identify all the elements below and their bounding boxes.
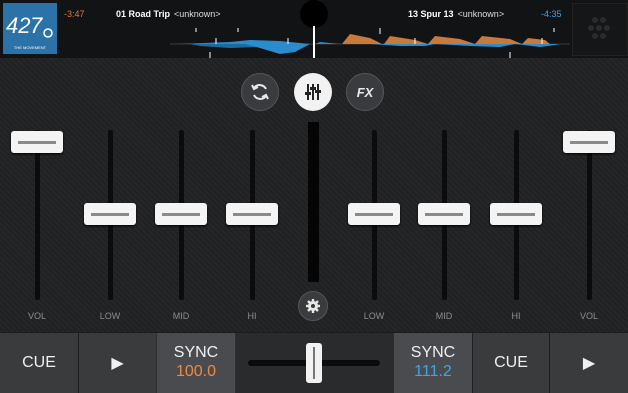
- sync-loop-button[interactable]: [241, 73, 279, 111]
- left-mid-label: MID: [172, 311, 190, 321]
- right-volume-label: VOL: [579, 311, 598, 321]
- right-sync-button[interactable]: SYNC 111.2: [394, 333, 472, 393]
- fx-button[interactable]: FX: [346, 73, 384, 111]
- gear-icon: [306, 299, 320, 313]
- left-mid-knob[interactable]: [155, 203, 207, 225]
- right-low-label: LOW: [363, 311, 385, 321]
- refresh-icon: [251, 84, 269, 100]
- right-low-knob[interactable]: [348, 203, 400, 225]
- left-play-button[interactable]: ▶: [79, 333, 156, 393]
- svg-text:42: 42: [6, 13, 30, 38]
- left-low-knob[interactable]: [84, 203, 136, 225]
- right-track-artist: <unknown>: [457, 9, 505, 19]
- waveform-display[interactable]: [170, 24, 570, 58]
- right-mid-knob[interactable]: [418, 203, 470, 225]
- right-volume-knob[interactable]: [563, 131, 615, 153]
- left-volume-track[interactable]: [35, 130, 40, 300]
- right-cue-label: CUE: [494, 354, 528, 371]
- center-fader-track[interactable]: [308, 122, 319, 282]
- play-icon: ▶: [582, 355, 596, 372]
- left-sync-label: SYNC: [173, 344, 219, 361]
- fx-label: FX: [356, 84, 374, 100]
- crossfader[interactable]: [236, 333, 394, 393]
- svg-text:THE MOVEMENT: THE MOVEMENT: [14, 45, 47, 50]
- left-volume-knob[interactable]: [11, 131, 63, 153]
- left-cue-label: CUE: [22, 354, 56, 371]
- left-cover-art[interactable]: 42 7 THE MOVEMENT: [3, 3, 57, 54]
- mixer-toggle-button[interactable]: [294, 73, 332, 111]
- left-time-remaining: -3:47: [64, 9, 85, 19]
- right-play-button[interactable]: ▶: [550, 333, 628, 393]
- settings-button[interactable]: [298, 291, 328, 321]
- right-volume-track[interactable]: [587, 130, 592, 300]
- sliders-icon: [305, 84, 321, 100]
- cover-logo-image: 42 7 THE MOVEMENT: [6, 13, 53, 50]
- play-icon: ▶: [111, 355, 124, 372]
- svg-text:7: 7: [30, 13, 43, 38]
- left-hi-knob[interactable]: [226, 203, 278, 225]
- crossfader-knob[interactable]: [306, 343, 322, 383]
- right-track-title: 13 Spur 13: [408, 9, 454, 19]
- left-sync-button[interactable]: SYNC 100.0: [157, 333, 235, 393]
- left-volume-label: VOL: [27, 311, 46, 321]
- left-track-title: 01 Road Trip: [116, 9, 171, 19]
- left-hi-label: HI: [247, 311, 257, 321]
- right-cue-button[interactable]: CUE: [473, 333, 549, 393]
- right-mid-label: MID: [435, 311, 453, 321]
- right-hi-knob[interactable]: [490, 203, 542, 225]
- left-low-label: LOW: [99, 311, 121, 321]
- right-track-info: 13 Spur 13 <unknown>: [408, 9, 504, 19]
- right-cover-art[interactable]: [572, 3, 628, 56]
- left-track-info: 01 Road Trip <unknown>: [116, 9, 221, 19]
- left-cue-button[interactable]: CUE: [0, 333, 78, 393]
- right-time-remaining: -4:35: [541, 9, 562, 19]
- left-bpm: 100.0: [175, 363, 217, 380]
- right-hi-label: HI: [511, 311, 521, 321]
- right-bpm: 111.2: [414, 363, 452, 380]
- deck-header: 42 7 THE MOVEMENT -3:47 01 Road Trip <unk…: [0, 0, 628, 58]
- cover-placeholder-image: [588, 17, 610, 39]
- right-sync-label: SYNC: [410, 344, 456, 361]
- left-track-artist: <unknown>: [174, 9, 221, 19]
